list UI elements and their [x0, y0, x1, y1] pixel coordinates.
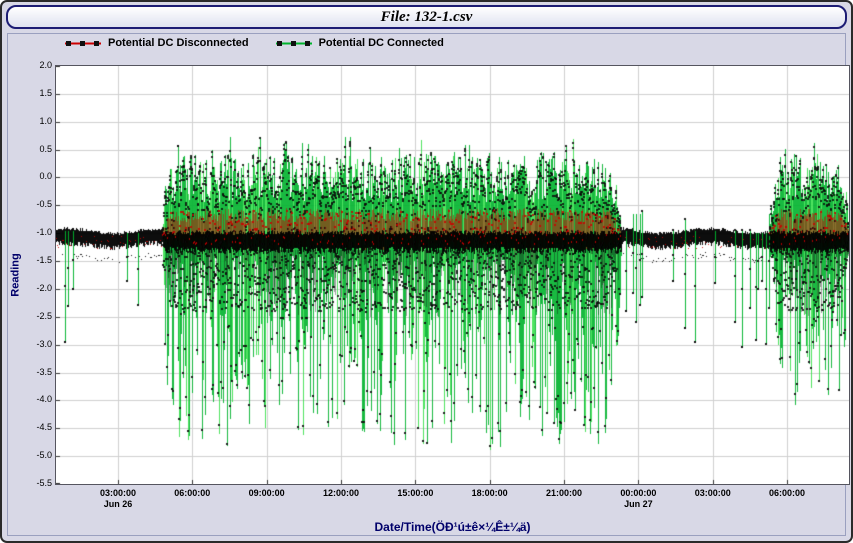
legend-item-connected: Potential DC Connected — [275, 37, 444, 49]
x-tick-label: 03:00:00Jun 26 — [100, 488, 136, 510]
x-tick-label: 00:00:00Jun 27 — [620, 488, 656, 510]
plot-area — [55, 65, 850, 485]
title-bar: File: 132-1.csv — [6, 5, 847, 29]
y-tick-label: 0.0 — [18, 171, 52, 181]
x-tick-label: 06:00:00 — [174, 488, 210, 499]
y-tick-label: -1.5 — [18, 255, 52, 265]
y-tick-label: 0.5 — [18, 144, 52, 154]
x-axis-title: Date/Time(ÖÐ¹ú±ê×¼Ê±¼ä) — [56, 520, 849, 534]
x-tick-label: 12:00:00 — [323, 488, 359, 499]
x-tick-label: 03:00:00 — [695, 488, 731, 499]
x-tick-day-label: Jun 27 — [620, 499, 656, 510]
x-tick-label: 06:00:00 — [769, 488, 805, 499]
x-tick-label: 09:00:00 — [249, 488, 285, 499]
legend-line-connected-icon — [275, 38, 313, 49]
x-tick-label: 21:00:00 — [546, 488, 582, 499]
y-tick-label: -2.0 — [18, 283, 52, 293]
y-tick-label: -2.5 — [18, 311, 52, 321]
y-tick-label: -3.5 — [18, 367, 52, 377]
chart-panel: Potential DC Disconnected Potential DC C… — [7, 33, 846, 536]
legend-label-connected: Potential DC Connected — [319, 37, 444, 49]
y-tick-label: -4.5 — [18, 422, 52, 432]
y-tick-label: -5.5 — [18, 478, 52, 488]
y-tick-labels: 2.0 1.5 1.0 0.5 0.0 -0.5 -1.0 -1.5 -2.0 -2.5 -3.0 -… — [18, 34, 52, 535]
y-tick-label: 1.5 — [18, 88, 52, 98]
y-tick-label: -0.5 — [18, 199, 52, 209]
y-tick-label: -3.0 — [18, 339, 52, 349]
x-tick-day-label: Jun 26 — [100, 499, 136, 510]
x-tick-label: 18:00:00 — [472, 488, 508, 499]
x-tick-labels: 03:00:00Jun 2606:00:0009:00:0012:00:0015… — [8, 488, 845, 516]
y-tick-label: 2.0 — [18, 60, 52, 70]
app-window: File: 132-1.csv Potential DC Disconnecte… — [0, 0, 853, 543]
y-tick-label: -4.0 — [18, 394, 52, 404]
legend-item-disconnected: Potential DC Disconnected — [64, 37, 249, 49]
file-title: File: 132-1.csv — [381, 9, 473, 26]
x-tick-label: 15:00:00 — [397, 488, 433, 499]
legend: Potential DC Disconnected Potential DC C… — [64, 37, 444, 49]
legend-label-disconnected: Potential DC Disconnected — [108, 37, 249, 49]
y-tick-label: -1.0 — [18, 227, 52, 237]
legend-line-disconnected-icon — [64, 38, 102, 49]
y-tick-label: 1.0 — [18, 116, 52, 126]
y-tick-label: -5.0 — [18, 450, 52, 460]
